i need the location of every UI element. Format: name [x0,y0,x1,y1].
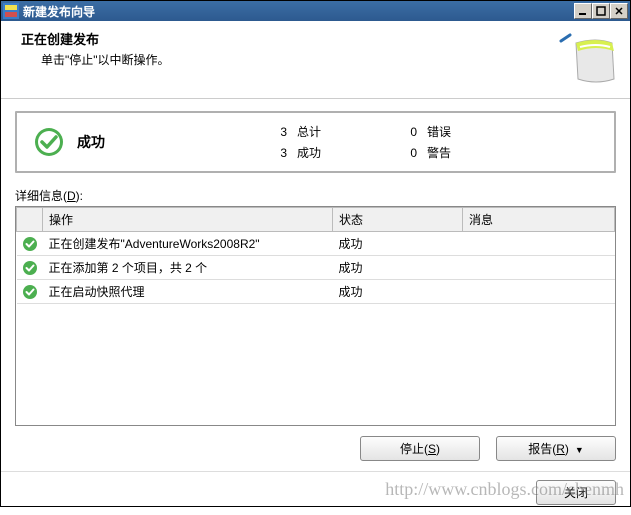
col-icon[interactable] [17,208,43,232]
row-status: 成功 [333,280,463,304]
maximize-button[interactable] [592,3,610,19]
report-button[interactable]: 报告(R)▼ [496,436,616,461]
app-icon [3,3,19,19]
col-status[interactable]: 状态 [333,208,463,232]
total-count: 3 [257,125,287,139]
header-subtitle: 单击"停止"以中断操作。 [21,51,556,68]
footer: 关闭 [1,471,630,515]
col-message[interactable]: 消息 [463,208,615,232]
window-title: 新建发布向导 [23,3,574,20]
stop-button[interactable]: 停止(S) [360,436,480,461]
wizard-icon [556,29,616,92]
close-wizard-button[interactable]: 关闭 [536,480,616,505]
chevron-down-icon: ▼ [575,445,584,455]
row-action: 正在创建发布"AdventureWorks2008R2" [43,232,333,256]
row-status: 成功 [333,256,463,280]
detail-table: 操作 状态 消息 正在创建发布"AdventureWorks2008R2"成功正… [15,206,616,426]
row-status-icon [17,280,43,304]
col-action[interactable]: 操作 [43,208,333,232]
titlebar: 新建发布向导 [1,1,630,21]
success-icon [33,126,65,158]
error-count: 0 [387,125,417,139]
total-label: 总计 [297,123,377,140]
table-header: 操作 状态 消息 [17,208,615,232]
status-label: 成功 [77,132,257,152]
window-controls [574,3,628,19]
success-label: 成功 [297,144,377,161]
success-count: 3 [257,146,287,160]
stats-grid: 3 总计 0 错误 3 成功 0 警告 [257,123,598,161]
summary-panel: 成功 3 总计 0 错误 3 成功 0 警告 [15,111,616,173]
table-row[interactable]: 正在添加第 2 个项目，共 2 个成功 [17,256,615,280]
minimize-button[interactable] [574,3,592,19]
table-row[interactable]: 正在启动快照代理成功 [17,280,615,304]
row-status-icon [17,256,43,280]
header-title: 正在创建发布 [21,29,556,48]
wizard-header: 正在创建发布 单击"停止"以中断操作。 [1,21,630,99]
row-status: 成功 [333,232,463,256]
detail-label: 详细信息(D): [15,187,616,204]
warning-count: 0 [387,146,417,160]
warning-label: 警告 [427,144,507,161]
error-label: 错误 [427,123,507,140]
row-message [463,232,615,256]
row-message [463,256,615,280]
table-row[interactable]: 正在创建发布"AdventureWorks2008R2"成功 [17,232,615,256]
row-action: 正在启动快照代理 [43,280,333,304]
row-action: 正在添加第 2 个项目，共 2 个 [43,256,333,280]
row-status-icon [17,232,43,256]
button-row: 停止(S) 报告(R)▼ [1,426,630,471]
close-button[interactable] [610,3,628,19]
row-message [463,280,615,304]
